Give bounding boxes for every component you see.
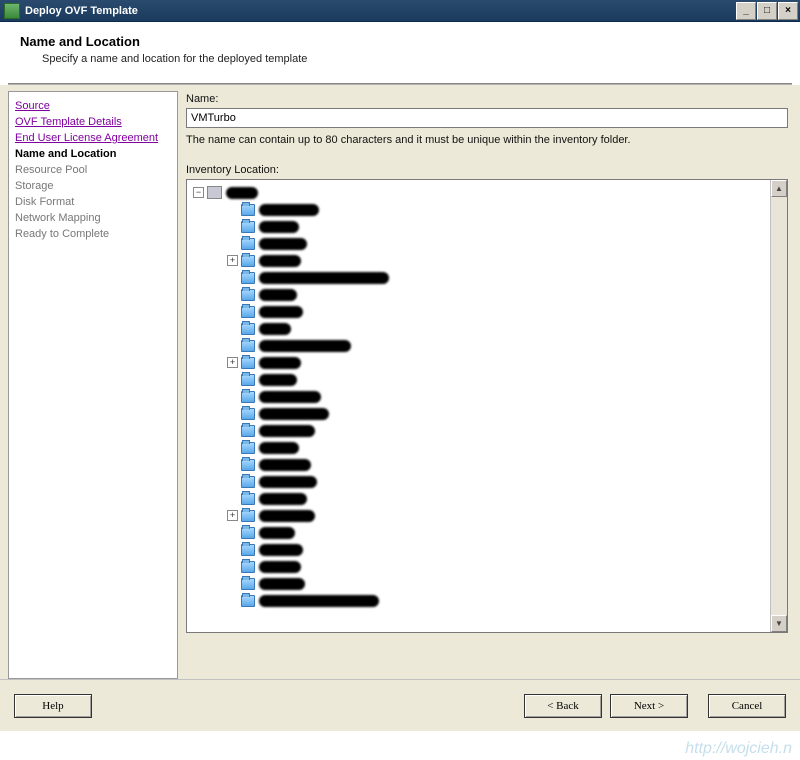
expander-icon[interactable]: + (227, 357, 238, 368)
step-eula[interactable]: End User License Agreement (15, 132, 171, 144)
tree-root-node[interactable]: − (193, 184, 766, 201)
folder-icon (241, 357, 255, 369)
folder-icon (241, 459, 255, 471)
folder-icon (241, 442, 255, 454)
tree-item[interactable] (193, 269, 766, 286)
folder-icon (241, 374, 255, 386)
tree-item[interactable] (193, 541, 766, 558)
help-button[interactable]: Help (14, 694, 92, 718)
page-subtitle: Specify a name and location for the depl… (42, 53, 780, 65)
folder-icon (241, 476, 255, 488)
cancel-button[interactable]: Cancel (708, 694, 786, 718)
step-ovf-details[interactable]: OVF Template Details (15, 116, 171, 128)
tree-item[interactable]: + (193, 354, 766, 371)
folder-icon (241, 561, 255, 573)
step-network-mapping: Network Mapping (15, 212, 171, 224)
step-storage: Storage (15, 180, 171, 192)
folder-icon (241, 595, 255, 607)
folder-icon (241, 238, 255, 250)
tree-item[interactable] (193, 558, 766, 575)
step-resource-pool: Resource Pool (15, 164, 171, 176)
expander-icon[interactable]: + (227, 255, 238, 266)
window-title: Deploy OVF Template (25, 5, 138, 17)
watermark: http://wojcieh.n (685, 740, 792, 758)
tree-item[interactable] (193, 337, 766, 354)
name-input[interactable] (186, 108, 788, 128)
scroll-up-button[interactable]: ▲ (771, 180, 787, 197)
tree-item[interactable] (193, 592, 766, 609)
expander-icon[interactable]: + (227, 510, 238, 521)
tree-item[interactable] (193, 439, 766, 456)
back-button[interactable]: < Back (524, 694, 602, 718)
close-button[interactable]: × (778, 2, 798, 20)
folder-icon (241, 340, 255, 352)
name-label: Name: (186, 93, 788, 105)
datacenter-icon (207, 186, 222, 199)
tree-item[interactable] (193, 405, 766, 422)
folder-icon (241, 391, 255, 403)
tree-item[interactable] (193, 320, 766, 337)
inventory-label: Inventory Location: (186, 164, 788, 176)
header: Name and Location Specify a name and loc… (0, 22, 800, 83)
tree-item[interactable] (193, 456, 766, 473)
tree-item[interactable] (193, 490, 766, 507)
step-disk-format: Disk Format (15, 196, 171, 208)
scrollbar[interactable]: ▲ ▼ (770, 180, 787, 632)
folder-icon (241, 578, 255, 590)
tree-item[interactable] (193, 235, 766, 252)
tree-item[interactable]: + (193, 507, 766, 524)
scroll-track[interactable] (771, 197, 787, 615)
titlebar: Deploy OVF Template _ □ × (0, 0, 800, 22)
tree-item[interactable] (193, 286, 766, 303)
folder-icon (241, 323, 255, 335)
tree-item[interactable]: + (193, 252, 766, 269)
folder-icon (241, 493, 255, 505)
folder-icon (241, 527, 255, 539)
app-icon (4, 3, 20, 19)
wizard-steps: Source OVF Template Details End User Lic… (8, 91, 178, 679)
tree-item[interactable] (193, 303, 766, 320)
tree-item[interactable] (193, 201, 766, 218)
minimize-button[interactable]: _ (736, 2, 756, 20)
tree-item[interactable] (193, 371, 766, 388)
expander-icon[interactable]: − (193, 187, 204, 198)
step-name-location[interactable]: Name and Location (15, 148, 171, 160)
folder-icon (241, 510, 255, 522)
folder-icon (241, 306, 255, 318)
tree-item[interactable] (193, 422, 766, 439)
button-bar: Help < Back Next > Cancel (0, 679, 800, 731)
tree-item[interactable] (193, 218, 766, 235)
name-hint: The name can contain up to 80 characters… (186, 134, 788, 146)
next-button[interactable]: Next > (610, 694, 688, 718)
tree-item[interactable] (193, 473, 766, 490)
folder-icon (241, 255, 255, 267)
main-panel: Name: The name can contain up to 80 char… (186, 91, 792, 679)
folder-icon (241, 204, 255, 216)
tree-item[interactable] (193, 388, 766, 405)
page-title: Name and Location (20, 34, 780, 49)
inventory-tree[interactable]: − + + + ▲ ▼ (186, 179, 788, 633)
step-ready: Ready to Complete (15, 228, 171, 240)
folder-icon (241, 425, 255, 437)
tree-item[interactable] (193, 575, 766, 592)
folder-icon (241, 221, 255, 233)
folder-icon (241, 289, 255, 301)
wizard-body: Source OVF Template Details End User Lic… (0, 85, 800, 679)
tree-item[interactable] (193, 524, 766, 541)
folder-icon (241, 272, 255, 284)
folder-icon (241, 544, 255, 556)
step-source[interactable]: Source (15, 100, 171, 112)
folder-icon (241, 408, 255, 420)
scroll-down-button[interactable]: ▼ (771, 615, 787, 632)
maximize-button[interactable]: □ (757, 2, 777, 20)
